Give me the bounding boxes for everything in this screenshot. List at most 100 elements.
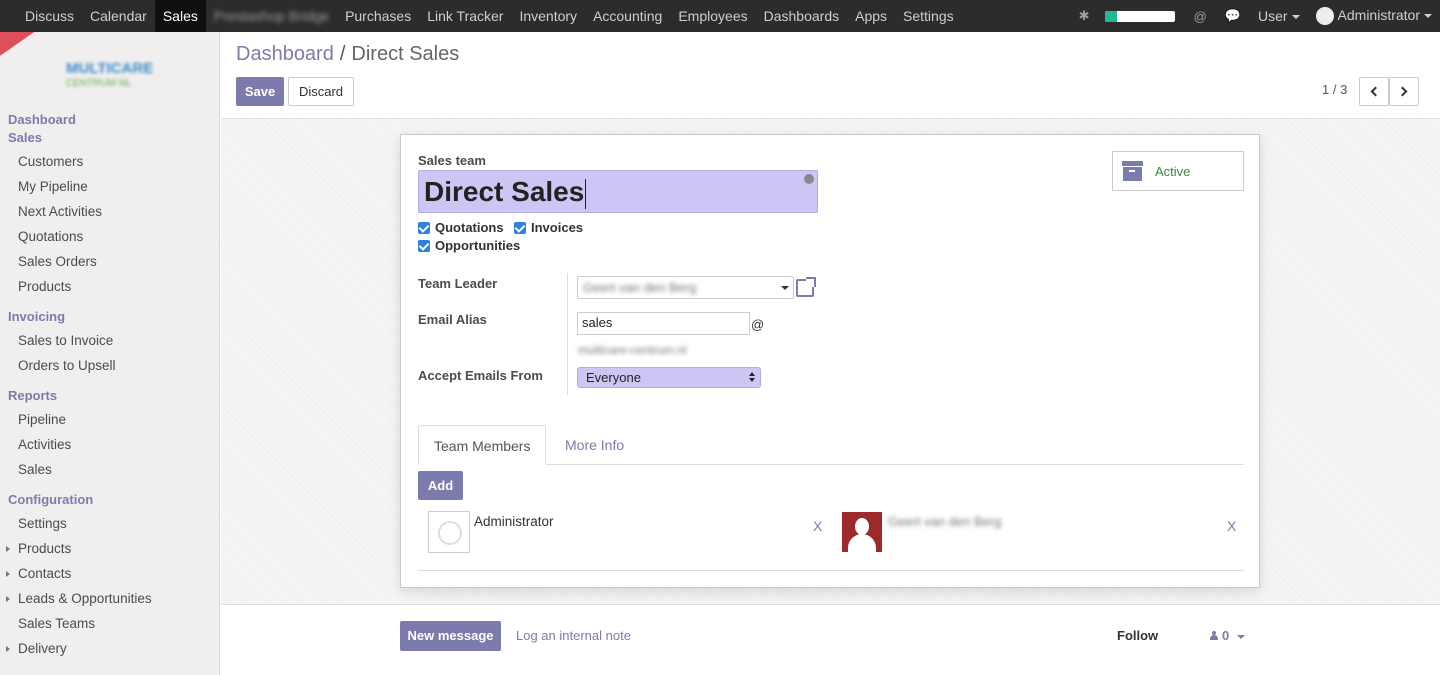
chevron-left-icon: [1370, 86, 1381, 97]
pager-value: 1 / 3: [1322, 82, 1348, 97]
quotations-checkbox[interactable]: Quotations: [418, 220, 504, 235]
menu-settings[interactable]: Settings: [895, 0, 962, 32]
sidebar-item-settings[interactable]: Settings: [18, 516, 67, 531]
menu-employees[interactable]: Employees: [670, 0, 755, 32]
chevron-down-icon: [781, 286, 789, 290]
sidebar-item-activities[interactable]: Activities: [18, 437, 71, 452]
follow-button[interactable]: Follow: [1117, 628, 1158, 643]
accept-emails-label: Accept Emails From: [418, 368, 543, 383]
team-leader-select[interactable]: Geert van den Berg: [577, 276, 794, 299]
user-icon: [1210, 631, 1218, 640]
breadcrumb-dashboard[interactable]: Dashboard: [236, 43, 334, 65]
email-alias-value: sales: [582, 315, 613, 330]
user-menu[interactable]: User: [1250, 8, 1308, 24]
menu-inventory[interactable]: Inventory: [511, 0, 585, 32]
chevron-right-icon: [1397, 86, 1408, 97]
field-separator: [567, 273, 568, 395]
caret-right-icon: [6, 571, 10, 577]
chevron-down-icon: [1291, 15, 1300, 20]
alias-domain: multicare-centrum.nl: [578, 343, 687, 357]
followers-count: 0: [1222, 628, 1230, 643]
remove-member-button[interactable]: X: [1227, 518, 1236, 534]
sidebar-item-config-products[interactable]: Products: [18, 541, 71, 556]
member-name: Geert van den Berg: [888, 514, 1002, 529]
menu-dashboards[interactable]: Dashboards: [756, 0, 848, 32]
sidebar-item-my-pipeline[interactable]: My Pipeline: [18, 179, 88, 194]
sidebar-item-quotations[interactable]: Quotations: [18, 229, 83, 244]
sidebar-dashboard[interactable]: Dashboard: [8, 112, 76, 127]
updown-icon: [749, 372, 755, 382]
add-member-button[interactable]: Add: [418, 471, 463, 500]
email-alias-label: Email Alias: [418, 312, 487, 327]
sidebar-section-sales[interactable]: Sales: [8, 130, 42, 145]
globe-icon[interactable]: [804, 174, 814, 184]
company-logo[interactable]: MULTICARE CENTRUM NL: [0, 32, 206, 108]
logo-text: MULTICARE: [66, 60, 154, 77]
quotations-label: Quotations: [435, 220, 504, 235]
opportunities-checkbox[interactable]: Opportunities: [418, 238, 520, 253]
sidebar-item-customers[interactable]: Customers: [18, 154, 83, 169]
menu-discuss[interactable]: Discuss: [17, 0, 82, 32]
new-message-button[interactable]: New message: [400, 621, 501, 651]
at-sign: @: [751, 317, 765, 332]
active-toggle-button[interactable]: Active: [1112, 151, 1244, 191]
menu-link-tracker[interactable]: Link Tracker: [419, 0, 511, 32]
member-name: Administrator: [474, 514, 554, 529]
external-link-icon[interactable]: [796, 277, 816, 297]
progress-bar[interactable]: [1104, 10, 1175, 22]
sidebar-item-sales-orders[interactable]: Sales Orders: [18, 254, 97, 269]
camera-icon: [428, 511, 470, 553]
log-note-link[interactable]: Log an internal note: [516, 628, 631, 643]
breadcrumb-current: Direct Sales: [351, 43, 460, 65]
sidebar-item-next-activities[interactable]: Next Activities: [18, 204, 102, 219]
sidebar-section-invoicing[interactable]: Invoicing: [8, 309, 65, 324]
top-navbar: Discuss Calendar Sales Prestashop Bridge…: [0, 0, 1440, 32]
avatar: [842, 512, 882, 552]
sidebar-item-contacts[interactable]: Contacts: [18, 566, 71, 581]
sidebar-item-sales-teams[interactable]: Sales Teams: [18, 616, 95, 631]
team-name-input[interactable]: Direct Sales: [418, 170, 818, 213]
sidebar-item-sales-report[interactable]: Sales: [18, 462, 52, 477]
admin-menu[interactable]: Administrator: [1308, 7, 1440, 26]
menu-prestashop[interactable]: Prestashop Bridge: [206, 0, 337, 32]
sidebar-section-configuration[interactable]: Configuration: [8, 492, 93, 507]
pager-previous-button[interactable]: [1359, 77, 1389, 106]
menu-purchases[interactable]: Purchases: [337, 0, 419, 32]
sales-team-label: Sales team: [418, 153, 486, 168]
sidebar-item-pipeline[interactable]: Pipeline: [18, 412, 66, 427]
bug-icon[interactable]: ✱: [1070, 8, 1099, 24]
discard-button[interactable]: Discard: [288, 77, 354, 106]
tab-more-info[interactable]: More Info: [550, 425, 639, 465]
email-alias-input[interactable]: sales: [577, 312, 750, 335]
save-button[interactable]: Save: [236, 77, 284, 106]
accept-emails-select[interactable]: Everyone: [577, 367, 761, 388]
chat-icon[interactable]: 💬: [1216, 8, 1250, 24]
sidebar-item-products[interactable]: Products: [18, 279, 71, 294]
invoices-checkbox[interactable]: Invoices: [514, 220, 583, 235]
at-icon[interactable]: @: [1185, 9, 1216, 24]
team-leader-value: Geert van den Berg: [583, 280, 697, 295]
app-menu: Discuss Calendar Sales Prestashop Bridge…: [0, 0, 962, 32]
menu-accounting[interactable]: Accounting: [585, 0, 670, 32]
breadcrumb: Dashboard / Direct Sales: [236, 43, 459, 66]
sidebar-section-reports[interactable]: Reports: [8, 388, 57, 403]
active-label: Active: [1155, 163, 1191, 179]
divider: [418, 570, 1244, 571]
chevron-down-icon: [1237, 634, 1246, 639]
pager-next-button[interactable]: [1389, 77, 1419, 106]
followers-button[interactable]: 0: [1210, 628, 1246, 643]
sidebar-item-leads-opportunities[interactable]: Leads & Opportunities: [18, 591, 152, 606]
sidebar-item-delivery[interactable]: Delivery: [18, 641, 67, 656]
sidebar-item-sales-to-invoice[interactable]: Sales to Invoice: [18, 333, 113, 348]
remove-member-button[interactable]: X: [813, 518, 822, 534]
tab-team-members[interactable]: Team Members: [418, 425, 547, 465]
caret-right-icon: [6, 546, 10, 552]
checkbox-icon: [418, 239, 430, 252]
sidebar-item-orders-to-upsell[interactable]: Orders to Upsell: [18, 358, 116, 373]
menu-sales[interactable]: Sales: [154, 0, 206, 32]
menu-calendar[interactable]: Calendar: [82, 0, 155, 32]
archive-icon: [1122, 161, 1143, 181]
caret-right-icon: [6, 596, 10, 602]
menu-apps[interactable]: Apps: [847, 0, 895, 32]
user-menu-label: User: [1257, 8, 1288, 24]
